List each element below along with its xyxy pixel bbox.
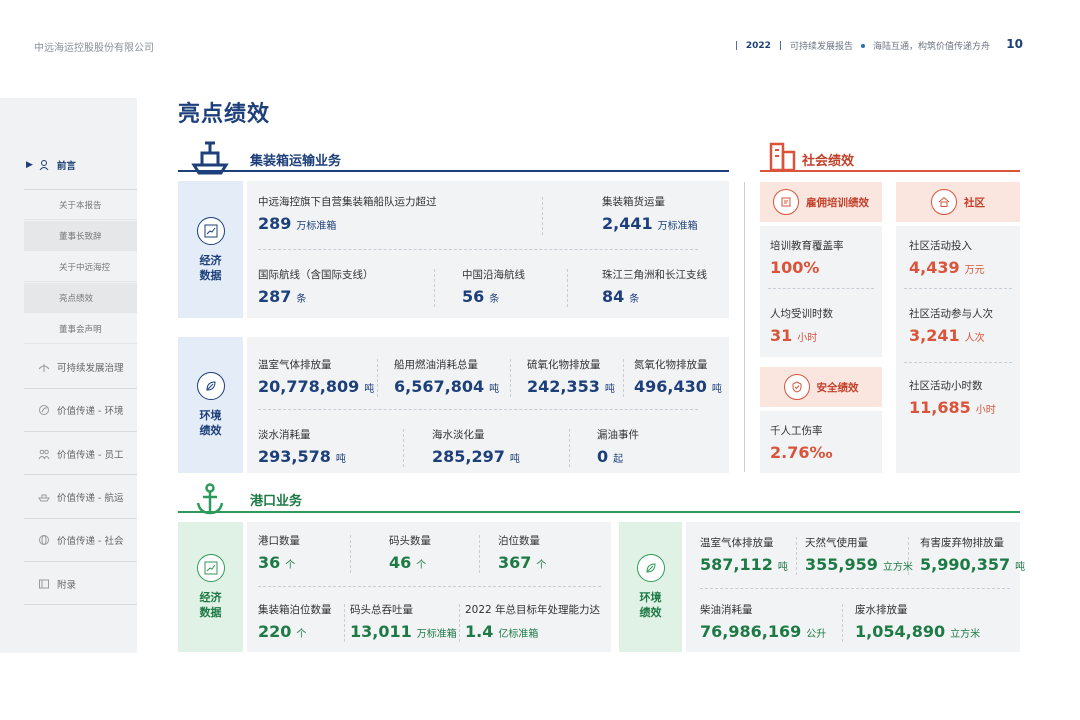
container-econ-panel: 中远海控旗下自营集装箱船队运力超过 289 万标准箱 集装箱货运量 2,441 万标… [247,181,729,318]
sidebar-item-label: 可持续发展治理 [57,363,124,374]
sidebar-item-society[interactable]: 价值传递 - 社会 [0,533,137,547]
training-header: 雇佣培训绩效 [760,182,882,222]
metric-branch-routes: 珠江三角洲和长江支线 84 条 [602,269,707,306]
safety-card: 千人工伤率 2.76‰ [760,411,882,473]
metric-desalination: 海水淡化量 285,297 吨 [432,429,520,466]
governance-icon [38,364,50,372]
report-header: | 2022 | 可持续发展报告 海陆互通，构筑价值传递方舟 [734,40,990,53]
metric-ports: 港口数量 36 个 [258,535,300,572]
appendix-icon [39,579,49,589]
sidebar-sub-chairman[interactable]: 董事长致辞 [24,221,137,251]
chart-icon [196,216,225,245]
metric-community-investment: 社区活动投入 4,439 万元 [909,240,985,277]
metric-berths: 泊位数量 367 个 [498,535,547,572]
port-env-label: 环境 绩效 [619,522,682,652]
building-icon [769,142,796,172]
port-econ-panel: 港口数量 36 个 码头数量 46 个 泊位数量 367 个 集装箱泊位数量 220 个… [247,522,611,652]
report-year: 2022 [745,40,771,51]
sidebar-sub-label: 董事会声明 [59,324,102,335]
sidebar-sub-label: 亮点绩效 [59,293,94,304]
training-card: 培训教育覆盖率 100% 人均受训时数 31 小时 [760,226,882,357]
env-performance-label: 环境 绩效 [178,337,243,473]
globe-icon [39,535,49,545]
triangle-right-icon: ▶ [26,160,33,170]
sidebar-item-governance[interactable]: 可持续发展治理 [0,360,137,374]
section-title-port: 港口业务 [250,494,303,509]
page-number: 10 [1006,37,1023,51]
metric-throughput: 码头总吞吐量 13,011 万标准箱 [350,604,457,641]
community-card: 社区活动投入 4,439 万元 社区活动参与人次 3,241 人次 社区活动小时数 … [896,226,1020,473]
sidebar-item-label: 价值传递 - 社会 [57,536,124,547]
safety-header: 安全绩效 [760,367,882,407]
metric-container-berths: 集装箱泊位数量 220 个 [258,604,332,641]
leaf-icon [196,372,225,400]
preface-icon [39,160,49,171]
training-icon [773,189,799,215]
metric-terminals: 码头数量 46 个 [389,535,431,572]
metric-training-hours: 人均受训时数 31 小时 [770,308,833,345]
metric-freshwater: 淡水消耗量 293,578 吨 [258,429,346,466]
section-title-container: 集装箱运输业务 [250,154,342,169]
sidebar-item-label: 价值传递 - 环境 [57,406,124,417]
ship-icon [38,494,50,502]
people-icon [38,449,50,460]
sidebar-sub-highlights[interactable]: 亮点绩效 [24,283,137,313]
sidebar-item-preface[interactable]: ▶ 前言 [0,158,137,172]
sidebar-sub-about-company[interactable]: 关于中远海控 [24,252,137,282]
port-env-panel: 温室气体排放量 587,112 吨 天然气使用量 355,959 立方米 有害废弃物… [686,522,1025,652]
sidebar-nav: ▶ 前言 关于本报告 董事长致辞 关于中远海控 亮点绩效 董事会声明 可持续发展… [0,98,137,653]
sidebar-item-label: 前言 [56,161,76,172]
sidebar-item-label: 附录 [57,580,77,591]
metric-container-volume: 集装箱货运量 2,441 万标准箱 [602,196,698,233]
sidebar-item-shipping[interactable]: 价值传递 - 航运 [0,490,137,504]
leaf-icon [39,405,49,415]
sidebar-sub-label: 董事长致辞 [59,231,102,242]
metric-sox: 硫氧化物排放量 242,353 吨 [527,359,615,396]
metric-training-coverage: 培训教育覆盖率 100% [770,240,844,277]
section-divider [178,511,1020,513]
metric-capacity-target: 2022 年总目标年处理能力达 1.4 亿标准箱 [465,604,601,641]
vertical-divider [744,182,745,472]
section-divider [178,170,729,172]
sidebar-item-label: 价值传递 - 航运 [57,493,124,504]
metric-natural-gas: 天然气使用量 355,959 立方米 [805,537,913,574]
metric-hazardous-waste: 有害废弃物排放量 5,990,357 吨 [920,537,1026,574]
sidebar-item-employees[interactable]: 价值传递 - 员工 [0,447,137,461]
metric-ghg: 温室气体排放量 20,778,809 吨 [258,359,375,396]
section-divider [760,170,1020,172]
metric-injury-rate: 千人工伤率 2.76‰ [770,425,833,462]
sidebar-sub-label: 关于中远海控 [59,262,111,273]
page-title: 亮点绩效 [178,102,271,127]
report-name: 可持续发展报告 [789,42,853,52]
report-slogan: 海陆互通，构筑价值传递方舟 [872,42,990,52]
metric-oil-spill: 漏油事件 0起 [597,429,639,466]
metric-community-participants: 社区活动参与人次 3,241 人次 [909,308,993,345]
port-econ-label: 经济 数据 [178,522,243,652]
sidebar-sub-about-report[interactable]: 关于本报告 [24,190,137,220]
section-title-social: 社会绩效 [802,154,855,169]
sidebar-item-environment[interactable]: 价值传递 - 环境 [0,403,137,417]
metric-fleet-capacity: 中远海控旗下自营集装箱船队运力超过 289 万标准箱 [258,196,437,233]
home-icon [931,189,957,215]
metric-intl-routes: 国际航线（含国际支线） 287 条 [258,269,374,306]
metric-coastal-routes: 中国沿海航线 56 条 [462,269,525,306]
chart-icon [196,554,225,582]
metric-diesel: 柴油消耗量 76,986,169 公升 [700,604,827,641]
metric-port-ghg: 温室气体排放量 587,112 吨 [700,537,788,574]
bullet-dot [860,43,865,48]
sidebar-sub-board[interactable]: 董事会声明 [24,314,137,344]
sidebar-item-label: 价值传递 - 员工 [57,450,124,461]
leaf-icon [636,554,665,582]
econ-data-label: 经济 数据 [178,181,243,318]
metric-wastewater: 废水排放量 1,054,890 立方米 [855,604,981,641]
metric-community-hours: 社区活动小时数 11,685 小时 [909,380,996,417]
company-name: 中远海运控股股份有限公司 [34,43,154,54]
sidebar-item-appendix[interactable]: 附录 [0,577,137,591]
container-env-panel: 温室气体排放量 20,778,809 吨 船用燃油消耗总量 6,567,804 吨 … [247,337,729,473]
sidebar-sub-label: 关于本报告 [59,200,102,211]
community-header: 社区 [896,182,1020,222]
metric-nox: 氮氧化物排放量 496,430 吨 [634,359,722,396]
metric-fuel: 船用燃油消耗总量 6,567,804 吨 [394,359,500,396]
shield-check-icon [783,374,810,400]
